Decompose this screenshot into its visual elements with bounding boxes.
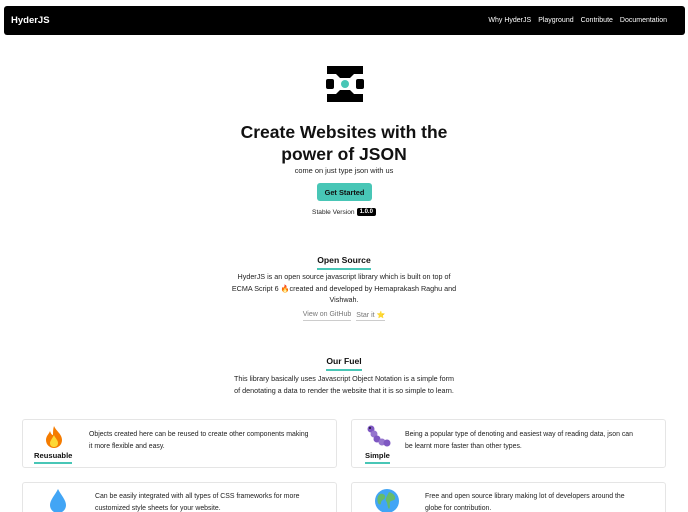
brand-logo-text[interactable]: HyderJS [11,15,50,26]
feature-card-simple: Simple Being a popular type of denoting … [351,419,666,468]
hero-title: Create Websites with the power of JSON [0,121,688,165]
hero-subtitle: come on just type json with us [294,166,394,175]
caterpillar-icon [367,425,391,447]
nav-links: Why HyderJS Playground Contribute Docume… [488,17,667,24]
hero-title-line1: Create Websites with the [240,122,448,142]
star-it-link[interactable]: Star it ⭐ [356,311,386,321]
feature-text-open-source: Free and open source library making lot … [425,493,625,512]
stable-version-label: Stable Version [312,208,355,216]
droplet-icon [50,489,66,512]
open-source-links: View on GitHub Star it ⭐ [0,311,688,321]
our-fuel-description: This library basically uses Javascript O… [233,374,455,395]
view-on-github-link[interactable]: View on GitHub [302,311,352,321]
feature-label-reusable: Reusuable [34,451,73,464]
nav-link-documentation[interactable]: Documentation [620,17,667,24]
feature-text-css: Can be easily integrated with all types … [95,493,300,512]
navbar: HyderJS Why HyderJS Playground Contribut… [4,6,685,35]
curly-braces-logo-icon [326,66,364,102]
stable-version: Stable Version 1.0.0 [0,208,688,216]
hero-title-line2: power of JSON [281,144,407,164]
feature-card-open-source: Free and open source library making lot … [351,482,666,512]
version-badge: 1.0.0 [356,208,376,216]
get-started-button[interactable]: Get Started [317,183,372,201]
feature-text-simple: Being a popular type of denoting and eas… [405,431,633,450]
open-source-description: HyderJS is an open source javascript lib… [231,272,457,304]
feature-label-simple: Simple [365,451,390,464]
nav-link-playground[interactable]: Playground [538,17,573,24]
nav-link-why-hyderjs[interactable]: Why HyderJS [488,17,531,24]
globe-icon [375,489,399,512]
nav-link-contribute[interactable]: Contribute [581,17,613,24]
open-source-title: Open Source [0,255,688,270]
feature-text-reusable: Objects created here can be reused to cr… [89,431,309,450]
fire-icon [46,426,62,448]
feature-card-reusable: Reusuable Objects created here can be re… [22,419,337,468]
our-fuel-title: Our Fuel [0,356,688,371]
feature-card-css: Can be easily integrated with all types … [22,482,337,512]
